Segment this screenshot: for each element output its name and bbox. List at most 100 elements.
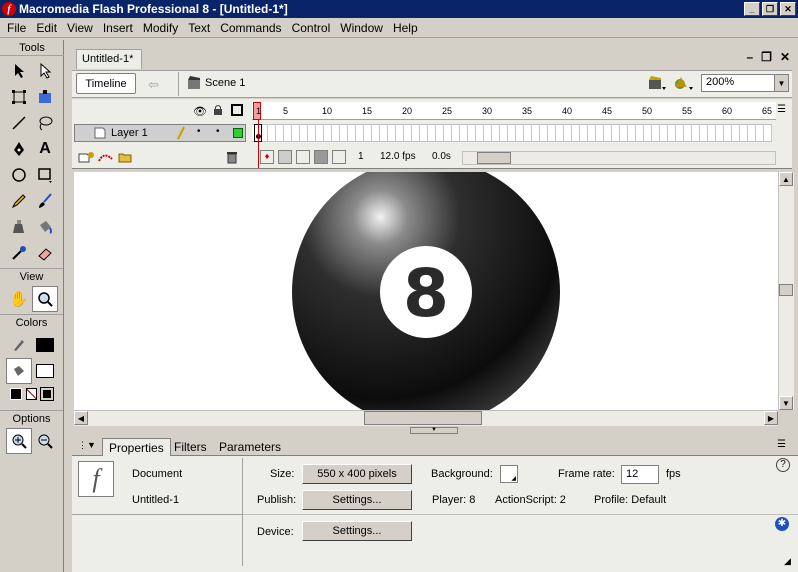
edit-symbols-icon[interactable] bbox=[674, 75, 694, 94]
insert-folder-icon[interactable] bbox=[118, 151, 132, 166]
zoom-in-icon[interactable] bbox=[6, 428, 32, 454]
gradient-transform-tool-icon[interactable] bbox=[32, 84, 58, 110]
menu-insert[interactable]: Insert bbox=[98, 21, 138, 35]
menu-view[interactable]: View bbox=[62, 21, 98, 35]
menu-control[interactable]: Control bbox=[287, 21, 336, 35]
ruler-tick: 50 bbox=[642, 106, 653, 116]
layer-lock-dot[interactable]: • bbox=[216, 126, 220, 137]
eyedropper-tool-icon[interactable] bbox=[6, 240, 32, 266]
timeline-button[interactable]: Timeline bbox=[76, 73, 136, 94]
doc-restore-icon[interactable]: ❐ bbox=[761, 50, 772, 64]
insert-layer-icon[interactable] bbox=[78, 151, 94, 166]
minimize-button[interactable]: _ bbox=[744, 2, 760, 16]
background-color-swatch[interactable]: ◢ bbox=[500, 465, 518, 483]
publish-settings-button[interactable]: Settings... bbox=[302, 490, 412, 510]
chevron-down-icon[interactable]: ▼ bbox=[774, 75, 788, 91]
hscroll-thumb[interactable] bbox=[364, 411, 482, 425]
free-transform-tool-icon[interactable] bbox=[6, 84, 32, 110]
pencil-tool-icon[interactable] bbox=[6, 188, 32, 214]
line-tool-icon[interactable] bbox=[6, 110, 32, 136]
close-button[interactable]: ✕ bbox=[780, 2, 796, 16]
vscroll-thumb[interactable] bbox=[779, 284, 793, 296]
tab-properties[interactable]: Properties bbox=[102, 438, 171, 456]
menu-modify[interactable]: Modify bbox=[138, 21, 183, 35]
document-type-icon: f bbox=[78, 461, 114, 497]
outline-icon[interactable] bbox=[231, 104, 243, 116]
layer-outline-color[interactable] bbox=[233, 128, 243, 138]
delete-layer-icon[interactable] bbox=[226, 151, 238, 167]
panel-collapse-handle[interactable]: ▼ bbox=[410, 427, 458, 434]
layer-visibility-dot[interactable]: • bbox=[197, 126, 201, 137]
add-motion-guide-icon[interactable] bbox=[98, 151, 114, 166]
hand-tool-icon[interactable]: ✋ bbox=[6, 286, 32, 312]
scroll-left-icon[interactable]: ◀ bbox=[74, 411, 88, 425]
menu-edit[interactable]: Edit bbox=[31, 21, 62, 35]
timeline-hscroll[interactable] bbox=[462, 151, 776, 165]
default-colors-icon[interactable] bbox=[10, 388, 22, 400]
no-color-icon[interactable] bbox=[25, 388, 38, 400]
doc-close-icon[interactable]: ✕ bbox=[780, 50, 790, 64]
scene-icon bbox=[187, 76, 201, 93]
ball-number: 8 bbox=[403, 255, 449, 332]
scroll-right-icon[interactable]: ▶ bbox=[764, 411, 778, 425]
onion-skin-icon[interactable] bbox=[278, 150, 292, 164]
frame-rate-input[interactable]: 12 bbox=[621, 465, 659, 484]
onion-skin-outlines-icon[interactable] bbox=[296, 150, 310, 164]
menu-text[interactable]: Text bbox=[183, 21, 215, 35]
playhead-line bbox=[258, 120, 259, 168]
panel-menu-icon[interactable]: ☰ bbox=[777, 439, 786, 450]
ink-bottle-tool-icon[interactable] bbox=[6, 214, 32, 240]
doc-minimize-icon[interactable]: – bbox=[746, 50, 753, 64]
eye-icon[interactable]: 👁 bbox=[193, 105, 207, 118]
device-settings-button[interactable]: Settings... bbox=[302, 521, 412, 541]
scroll-up-icon[interactable]: ▲ bbox=[779, 172, 793, 186]
center-frame-icon[interactable]: ♦ bbox=[260, 150, 274, 164]
edit-multiple-frames-icon[interactable] bbox=[314, 150, 328, 164]
restore-button[interactable]: ❐ bbox=[762, 2, 778, 16]
lock-icon[interactable] bbox=[213, 104, 223, 119]
timeline-menu-icon[interactable]: ☰ bbox=[777, 104, 786, 115]
stage-canvas[interactable]: 8 bbox=[74, 172, 778, 410]
eight-ball-graphic[interactable]: 8 bbox=[74, 172, 778, 410]
menu-window[interactable]: Window bbox=[335, 21, 388, 35]
tab-parameters[interactable]: Parameters bbox=[213, 438, 287, 456]
accessibility-icon[interactable]: ✱ bbox=[775, 517, 789, 531]
fill-color-swatch[interactable] bbox=[32, 358, 58, 384]
edit-scene-icon[interactable] bbox=[648, 75, 666, 94]
menu-help[interactable]: Help bbox=[388, 21, 423, 35]
modify-onion-markers-icon[interactable] bbox=[332, 150, 346, 164]
menu-commands[interactable]: Commands bbox=[215, 21, 286, 35]
zoom-tool-icon[interactable] bbox=[32, 286, 58, 312]
tab-filters[interactable]: Filters bbox=[168, 438, 213, 456]
zoom-select[interactable]: 200% ▼ bbox=[701, 74, 789, 92]
tools-header: Tools bbox=[0, 40, 64, 56]
subselection-tool-icon[interactable] bbox=[32, 58, 58, 84]
brush-tool-icon[interactable] bbox=[32, 188, 58, 214]
pen-tool-icon[interactable] bbox=[6, 136, 32, 162]
stage-hscroll[interactable]: ◀ ▶ bbox=[74, 410, 778, 426]
frame-grid[interactable] bbox=[252, 124, 772, 142]
help-icon[interactable]: ? bbox=[776, 458, 790, 472]
frame-rate-display: 12.0 fps bbox=[380, 151, 416, 162]
text-tool-icon[interactable]: A bbox=[32, 136, 58, 162]
eraser-tool-icon[interactable] bbox=[32, 240, 58, 266]
zoom-out-icon[interactable] bbox=[32, 428, 58, 454]
stroke-color-swatch[interactable] bbox=[32, 332, 58, 358]
tools-panel: Tools A View ✋ Colors Options bbox=[0, 40, 64, 572]
scroll-down-icon[interactable]: ▼ bbox=[779, 396, 793, 410]
rectangle-tool-icon[interactable] bbox=[32, 162, 58, 188]
selection-tool-icon[interactable] bbox=[6, 58, 32, 84]
back-arrow-icon[interactable]: ⇦ bbox=[148, 77, 159, 93]
size-button[interactable]: 550 x 400 pixels bbox=[302, 464, 412, 484]
menu-file[interactable]: File bbox=[2, 21, 31, 35]
panel-resize-icon[interactable]: ◢ bbox=[784, 556, 791, 567]
oval-tool-icon[interactable] bbox=[6, 162, 32, 188]
lasso-tool-icon[interactable] bbox=[32, 110, 58, 136]
layer-name[interactable]: Layer 1 bbox=[111, 127, 148, 139]
panel-grip-icon[interactable]: ⋮▼ bbox=[78, 440, 96, 451]
paint-bucket-tool-icon[interactable] bbox=[32, 214, 58, 240]
swap-colors-icon[interactable] bbox=[40, 387, 54, 401]
document-tab[interactable]: Untitled-1* bbox=[76, 49, 142, 69]
ruler-tick: 20 bbox=[402, 106, 413, 116]
stage-vscroll[interactable]: ▲ ▼ bbox=[778, 172, 794, 410]
